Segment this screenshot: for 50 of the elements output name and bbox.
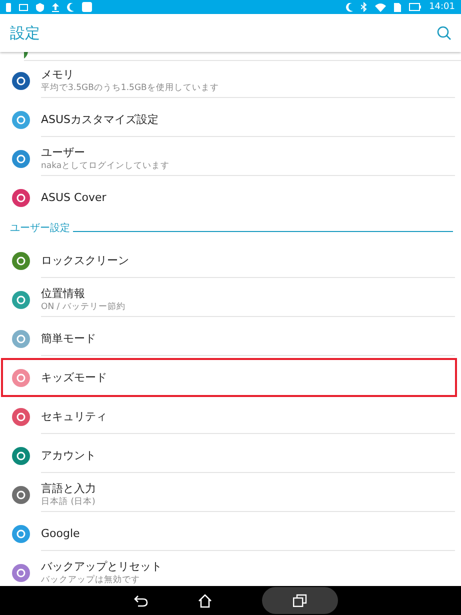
settings-item[interactable]: バックアップとリセット バックアップは無効です bbox=[1, 553, 457, 586]
item-title: アカウント bbox=[41, 448, 97, 462]
settings-item[interactable]: セキュリティ bbox=[1, 397, 457, 436]
bluetooth-icon bbox=[361, 2, 368, 12]
settings-item[interactable]: ユーザー nakaとしてログインしています bbox=[1, 139, 457, 178]
upload-icon bbox=[52, 2, 59, 12]
item-title: バックアップとリセット bbox=[41, 558, 163, 574]
item-subtitle: ON / バッテリー節約 bbox=[41, 300, 126, 312]
item-title: メモリ bbox=[41, 66, 75, 82]
settings-item[interactable]: 簡単モード bbox=[1, 319, 457, 358]
settings-item[interactable]: ロックスクリーン bbox=[1, 241, 457, 280]
home-icon[interactable] bbox=[198, 594, 212, 608]
settings-item[interactable]: ASUS Cover bbox=[1, 178, 457, 217]
settings-item[interactable]: メモリ 平均で3.5GBのうち1.5GBを使用しています bbox=[1, 61, 457, 100]
item-subtitle: 平均で3.5GBのうち1.5GBを使用しています bbox=[41, 82, 220, 94]
moon-icon bbox=[346, 2, 354, 12]
item-title: Google bbox=[41, 526, 81, 540]
clock: 14:01 bbox=[429, 2, 455, 12]
settings-item[interactable]: 位置情報 ON / バッテリー節約 bbox=[1, 280, 457, 319]
settings-item[interactable]: Google bbox=[1, 514, 457, 553]
item-subtitle: nakaとしてログインしています bbox=[41, 160, 171, 172]
sim-card-icon bbox=[394, 2, 402, 12]
wifi-icon bbox=[375, 2, 386, 12]
item-subtitle: 日本語 (日本) bbox=[41, 496, 96, 508]
section-header: ユーザー設定 bbox=[10, 222, 70, 235]
settings-item[interactable]: キッズモード bbox=[1, 358, 457, 397]
battery-alert-icon bbox=[6, 2, 11, 12]
recent-apps-icon bbox=[292, 594, 306, 607]
shield-icon bbox=[36, 2, 44, 12]
battery-icon bbox=[409, 3, 422, 11]
settings-item[interactable]: ASUSカスタマイズ設定 bbox=[1, 100, 457, 139]
back-icon[interactable] bbox=[134, 594, 148, 606]
item-title: ロックスクリーン bbox=[41, 252, 130, 268]
item-subtitle: バックアップは無効です bbox=[41, 574, 141, 586]
item-title: 位置情報 bbox=[41, 286, 86, 300]
item-title: ユーザー bbox=[41, 144, 86, 160]
search-icon[interactable] bbox=[437, 26, 451, 40]
settings-item[interactable]: アカウント bbox=[1, 436, 457, 475]
page-title: 設定 bbox=[10, 24, 41, 42]
screen-icon bbox=[19, 4, 28, 10]
item-title: 簡単モード bbox=[41, 330, 97, 346]
item-title: ASUSカスタマイズ設定 bbox=[41, 112, 160, 126]
square-icon bbox=[82, 2, 92, 12]
recent-apps-button[interactable] bbox=[262, 587, 338, 614]
settings-item[interactable]: 言語と入力 日本語 (日本) bbox=[1, 475, 457, 514]
item-title: 言語と入力 bbox=[41, 480, 97, 496]
item-title: キッズモード bbox=[41, 370, 108, 384]
item-title: ASUS Cover bbox=[41, 190, 108, 204]
item-title: セキュリティ bbox=[41, 408, 108, 424]
moon-icon bbox=[67, 2, 74, 12]
